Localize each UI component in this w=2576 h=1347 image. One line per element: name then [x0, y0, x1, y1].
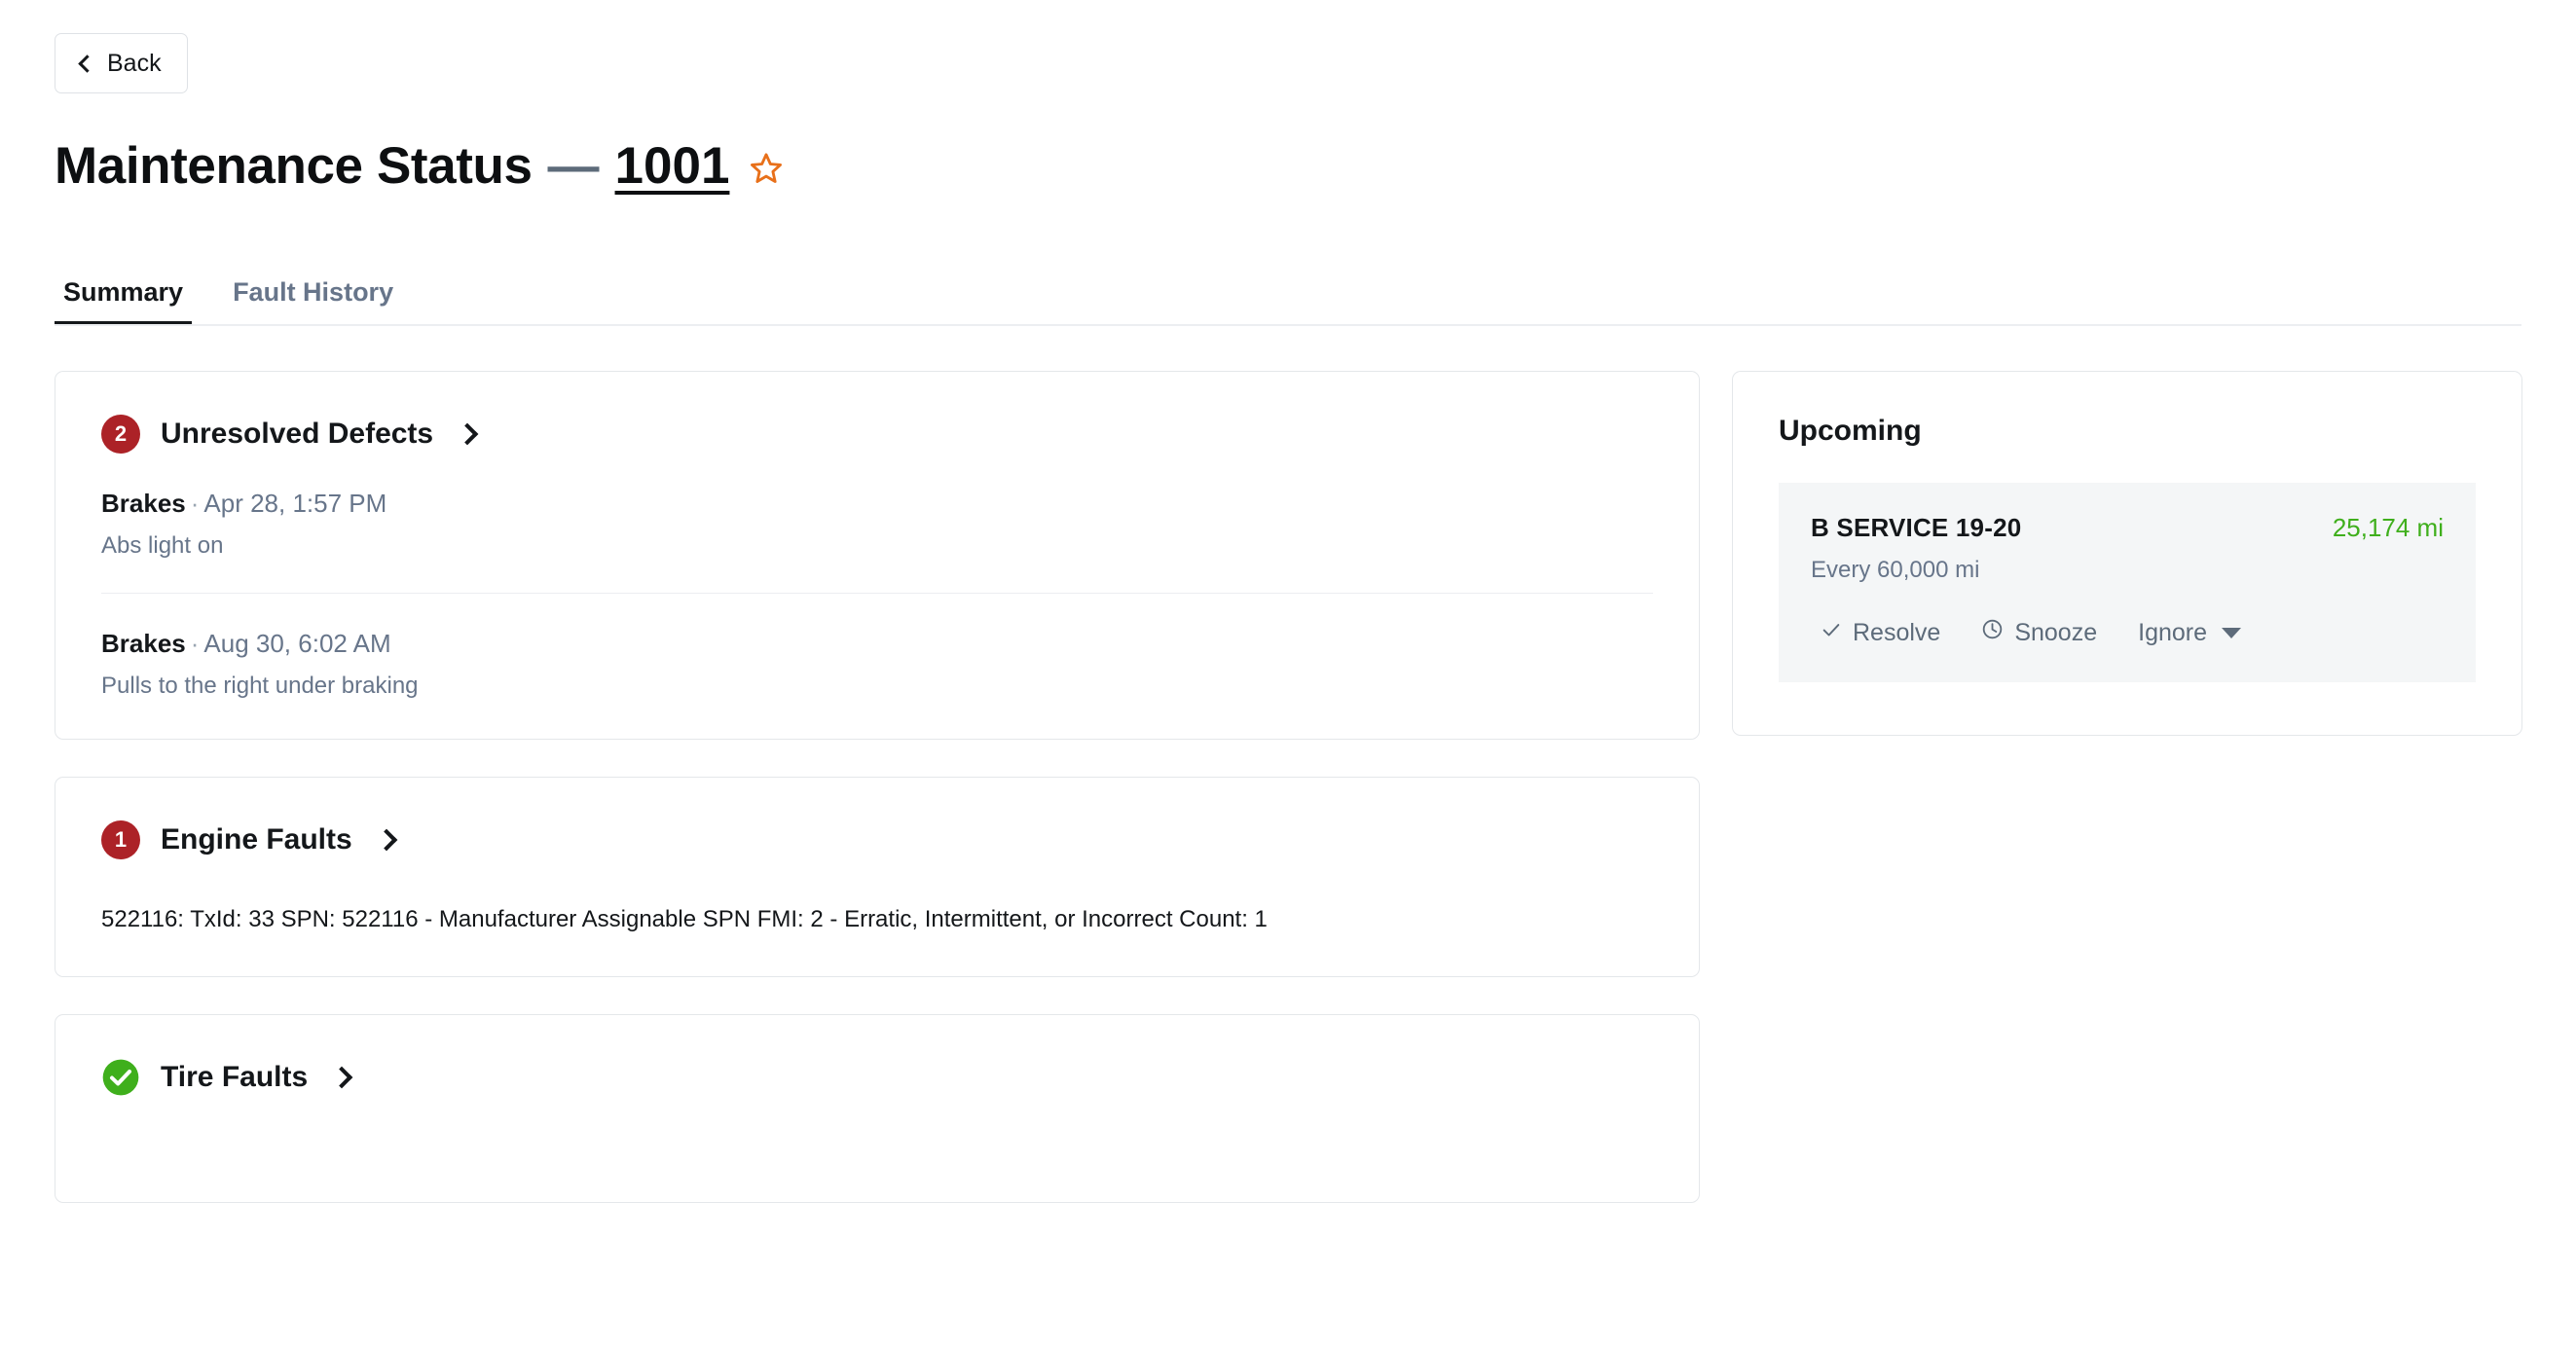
defect-timestamp: Aug 30, 6:02 AM [203, 629, 391, 658]
defect-note: Pulls to the right under braking [101, 673, 419, 699]
tab-bar: Summary Fault History [55, 250, 2521, 326]
engine-faults-title: Engine Faults [161, 823, 352, 856]
tab-underline-track [55, 324, 2521, 326]
right-column: Upcoming B SERVICE 19-20 25,174 mi Every… [1732, 371, 2522, 736]
vehicle-id-link[interactable]: 1001 [615, 136, 730, 196]
unresolved-defects-title: Unresolved Defects [161, 418, 434, 450]
defects-list: Brakes · Apr 28, 1:57 PM Abs light on Brak… [55, 454, 1699, 739]
tab-summary[interactable]: Summary [55, 250, 193, 326]
tab-list: Summary Fault History [55, 250, 2521, 326]
chevron-right-icon [456, 422, 479, 446]
upcoming-title: Upcoming [1779, 415, 1922, 447]
snooze-label: Snooze [2014, 618, 2098, 646]
caret-down-icon [2222, 627, 2242, 638]
back-button[interactable]: Back [55, 33, 188, 93]
tab-fault-history[interactable]: Fault History [224, 250, 402, 326]
tire-faults-header[interactable]: Tire Faults [55, 1015, 1699, 1097]
service-name: B SERVICE 19-20 [1811, 513, 2022, 542]
unresolved-defects-count-badge: 2 [101, 415, 140, 454]
resolve-label: Resolve [1853, 618, 1941, 646]
service-remaining-miles: 25,174 mi [2332, 513, 2444, 542]
defect-timestamp: Apr 28, 1:57 PM [203, 489, 387, 518]
back-row: Back [55, 0, 2521, 93]
chevron-right-icon [375, 828, 398, 852]
page-title-text: Maintenance Status [55, 137, 533, 195]
defect-category: Brakes [101, 489, 186, 518]
defect-heading: Brakes · Aug 30, 6:02 AM [101, 629, 1653, 659]
defect-separator: · [190, 629, 200, 658]
resolve-button[interactable]: Resolve [1819, 617, 1942, 649]
defect-item[interactable]: Brakes · Aug 30, 6:02 AM Pulls to the righ… [101, 593, 1653, 700]
engine-faults-count-badge: 1 [101, 820, 140, 859]
left-column: 2 Unresolved Defects Brakes · Apr 28, 1:57… [55, 371, 1700, 1203]
tire-faults-title: Tire Faults [161, 1061, 309, 1093]
unresolved-defects-card: 2 Unresolved Defects Brakes · Apr 28, 1:57… [55, 371, 1700, 740]
defect-heading: Brakes · Apr 28, 1:57 PM [101, 489, 1653, 519]
service-interval: Every 60,000 mi [1811, 557, 1980, 583]
tire-faults-card: Tire Faults [55, 1014, 1700, 1203]
upcoming-list: B SERVICE 19-20 25,174 mi Every 60,000 m… [1733, 448, 2521, 735]
ignore-label: Ignore [2138, 618, 2208, 646]
chevron-left-icon [78, 54, 96, 73]
back-button-label: Back [107, 49, 162, 77]
engine-fault-text: 522116: TxId: 33 SPN: 522116 - Manufactu… [101, 906, 1268, 932]
title-dash: — [547, 137, 600, 195]
star-outline-icon[interactable] [749, 151, 784, 186]
defect-note: Abs light on [101, 532, 224, 559]
defect-category: Brakes [101, 629, 186, 658]
upcoming-card: Upcoming B SERVICE 19-20 25,174 mi Every… [1732, 371, 2522, 736]
defect-item[interactable]: Brakes · Apr 28, 1:57 PM Abs light on [101, 454, 1653, 560]
clock-icon [1981, 618, 2004, 647]
engine-faults-card: 1 Engine Faults 522116: TxId: 33 SPN: 52… [55, 777, 1700, 977]
page-title: Maintenance Status — 1001 [55, 136, 2521, 196]
service-actions: Resolve Snooze Ignore [1811, 616, 2444, 649]
tire-faults-body [55, 1097, 1699, 1202]
engine-faults-header[interactable]: 1 Engine Faults [55, 778, 1699, 859]
ignore-button[interactable]: Ignore [2136, 617, 2243, 649]
content-area: 2 Unresolved Defects Brakes · Apr 28, 1:57… [55, 371, 2522, 1203]
unresolved-defects-header[interactable]: 2 Unresolved Defects [55, 372, 1699, 454]
check-icon [1821, 619, 1842, 647]
maintenance-status-page: Back Maintenance Status — 1001 Summary F… [0, 0, 2576, 1347]
chevron-right-icon [330, 1066, 353, 1089]
snooze-button[interactable]: Snooze [1979, 616, 2099, 649]
check-circle-icon [101, 1058, 140, 1097]
service-top-row: B SERVICE 19-20 25,174 mi [1811, 513, 2444, 543]
defect-separator: · [190, 489, 200, 518]
upcoming-service-item: B SERVICE 19-20 25,174 mi Every 60,000 m… [1779, 483, 2476, 682]
